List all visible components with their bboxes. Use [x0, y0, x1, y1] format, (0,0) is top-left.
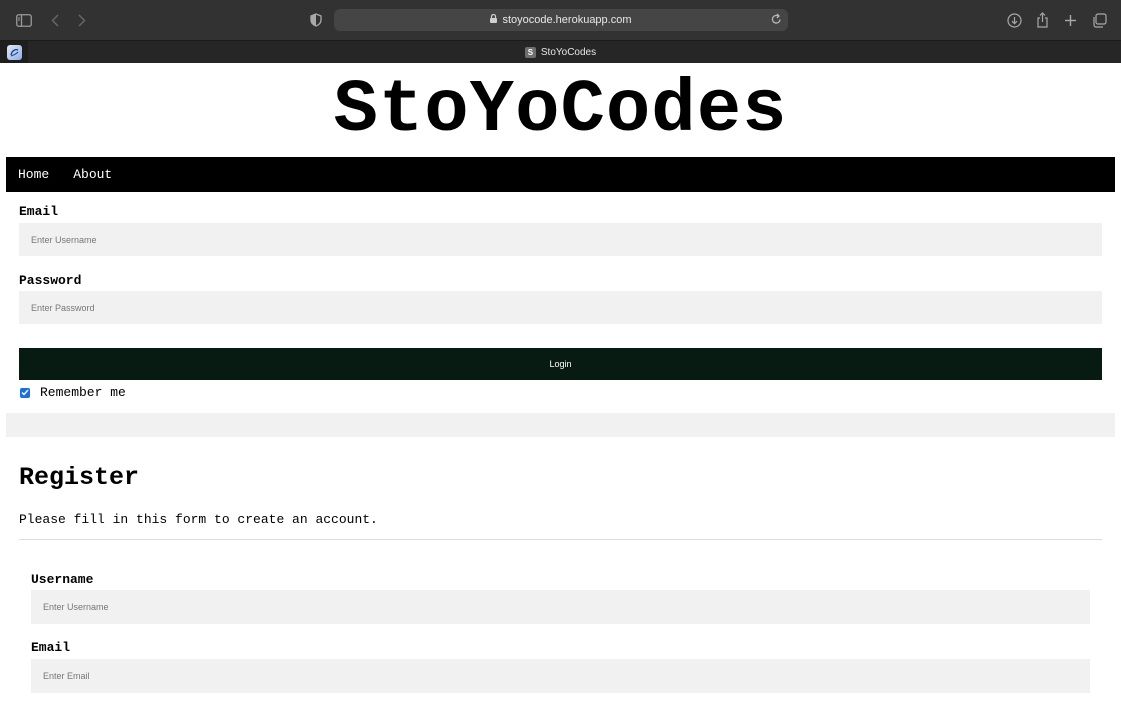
- url-text: stoyocode.herokuapp.com: [502, 14, 632, 26]
- login-email-input[interactable]: Enter Username: [19, 223, 1102, 256]
- login-button[interactable]: Login: [19, 348, 1102, 380]
- register-title: Register: [19, 463, 140, 492]
- tab-bar: S StoYoCodes: [0, 40, 1121, 63]
- tab-title: StoYoCodes: [540, 46, 597, 58]
- back-icon[interactable]: [45, 10, 65, 30]
- register-subtitle: Please fill in this form to create an ac…: [19, 512, 378, 527]
- forward-icon[interactable]: [72, 10, 92, 30]
- register-username-label: Username: [31, 572, 94, 587]
- site-title: StoYoCodes: [333, 69, 788, 153]
- address-bar[interactable]: stoyocode.herokuapp.com: [334, 9, 788, 31]
- active-tab[interactable]: S StoYoCodes: [0, 41, 1121, 63]
- page-content: StoYoCodes Home About Email Enter Userna…: [0, 63, 1121, 701]
- tab-favicon: S: [524, 46, 536, 58]
- nav-link-about[interactable]: About: [61, 157, 124, 192]
- register-username-input[interactable]: Enter Username: [31, 590, 1090, 624]
- tab-overview-icon[interactable]: [1089, 10, 1109, 30]
- register-username-placeholder: Enter Username: [43, 602, 109, 612]
- navbar: Home About: [6, 157, 1115, 192]
- share-icon[interactable]: [1032, 10, 1052, 30]
- pinned-tab[interactable]: [0, 41, 28, 63]
- nav-link-home[interactable]: Home: [6, 157, 61, 192]
- register-email-label: Email: [31, 640, 71, 655]
- lock-icon: [490, 13, 498, 26]
- login-password-label: Password: [19, 273, 82, 288]
- register-email-placeholder: Enter Email: [43, 671, 90, 681]
- downloads-icon[interactable]: [1004, 10, 1024, 30]
- login-password-placeholder: Enter Password: [31, 302, 95, 313]
- browser-toolbar: stoyocode.herokuapp.com: [0, 0, 1121, 40]
- privacy-shield-icon[interactable]: [306, 10, 326, 30]
- reload-icon[interactable]: [771, 13, 782, 28]
- login-password-input[interactable]: Enter Password: [19, 291, 1102, 324]
- browser-chrome: stoyocode.herokuapp.com S StoYoCodes: [0, 0, 1121, 63]
- remember-me-row: Remember me: [19, 385, 126, 400]
- sidebar-toggle-icon[interactable]: [14, 10, 34, 30]
- remember-me-checkbox[interactable]: [20, 387, 30, 398]
- form-footer-bar: [6, 413, 1115, 437]
- remember-me-label: Remember me: [40, 385, 126, 400]
- register-divider: [19, 539, 1102, 540]
- login-email-placeholder: Enter Username: [31, 234, 97, 245]
- register-email-input[interactable]: Enter Email: [31, 659, 1090, 693]
- pinned-tab-favicon-icon: [6, 44, 22, 60]
- login-email-label: Email: [19, 204, 59, 219]
- new-tab-icon[interactable]: [1060, 10, 1080, 30]
